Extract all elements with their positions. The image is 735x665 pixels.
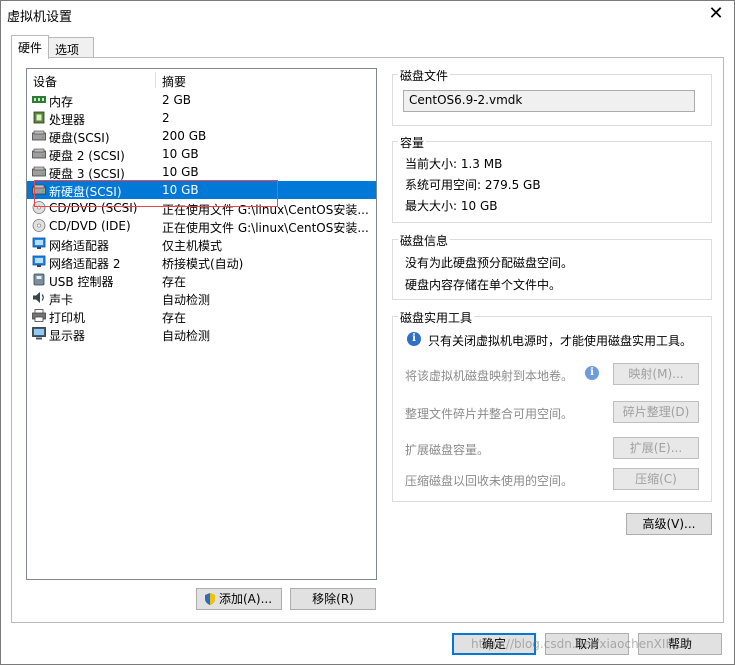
device-summary: 10 GB	[162, 165, 199, 179]
disk-info-line1: 没有为此硬盘预分配磁盘空间。	[405, 256, 574, 270]
disk-info-line2: 硬盘内容存储在单个文件中。	[405, 278, 562, 292]
disk-file-title: 磁盘文件	[398, 67, 451, 84]
info-icon: i	[407, 332, 421, 346]
disk-info-title: 磁盘信息	[398, 232, 451, 249]
device-summary: 自动检测	[162, 329, 211, 343]
defrag-button[interactable]: 碎片整理(D)	[613, 401, 699, 423]
device-name: 显示器	[49, 329, 86, 343]
disk-utilities-title: 磁盘实用工具	[398, 309, 475, 326]
capacity-title: 容量	[398, 134, 427, 151]
device-summary: 10 GB	[162, 147, 199, 161]
tab-options[interactable]: 选项	[48, 37, 94, 58]
device-summary: 仅主机模式	[162, 239, 223, 253]
device-name: 网络适配器	[49, 239, 110, 253]
device-row[interactable]: 网络适配器 仅主机模式	[27, 235, 376, 253]
window-title: 虚拟机设置	[7, 10, 73, 25]
device-summary: 2 GB	[162, 93, 191, 107]
hard-disk-icon	[32, 129, 46, 142]
map-button[interactable]: 映射(M)...	[613, 363, 699, 385]
device-summary: 200 GB	[162, 129, 207, 143]
hard-disk-icon	[32, 147, 46, 160]
cd-dvd-icon	[32, 219, 46, 232]
remove-device-button[interactable]: 移除(R)	[290, 588, 376, 610]
available-space-text: 系统可用空间: 279.5 GB	[405, 178, 541, 192]
column-separator	[155, 72, 156, 88]
device-name: 硬盘 2 (SCSI)	[49, 149, 125, 163]
highlight-annotation-box	[34, 180, 278, 207]
device-name: 打印机	[49, 311, 86, 325]
device-name: 声卡	[49, 293, 74, 307]
network-adapter-icon	[32, 255, 46, 268]
watermark-text: https://blog.csdn.net/xiaochenXIHUA	[471, 637, 692, 651]
sound-card-icon	[32, 291, 46, 304]
memory-icon	[32, 93, 46, 106]
title-bar: 虚拟机设置 ✕	[1, 1, 734, 29]
expand-description: 扩展磁盘容量。	[405, 443, 490, 457]
device-row[interactable]: 硬盘 3 (SCSI) 10 GB	[27, 163, 376, 181]
compact-button[interactable]: 压缩(C)	[613, 468, 699, 490]
processor-icon	[32, 111, 46, 124]
vm-settings-window: 虚拟机设置 ✕ 硬件 选项 设备 摘要 内存 2 GB 处理器 2 硬盘(SCSI) 20…	[0, 0, 735, 665]
max-size-text: 最大大小: 10 GB	[405, 199, 498, 213]
device-summary: 存在	[162, 311, 187, 325]
device-summary: 存在	[162, 275, 187, 289]
device-row[interactable]: 硬盘 2 (SCSI) 10 GB	[27, 145, 376, 163]
disk-file-group: 磁盘文件 CentOS6.9-2.vmdk	[392, 67, 712, 126]
device-list[interactable]: 设备 摘要 内存 2 GB 处理器 2 硬盘(SCSI) 200 GB 硬盘 2 (SCSI…	[26, 68, 377, 580]
disk-file-field[interactable]: CentOS6.9-2.vmdk	[403, 90, 695, 112]
expand-button[interactable]: 扩展(E)...	[613, 437, 699, 459]
map-description: 将该虚拟机磁盘映射到本地卷。	[405, 369, 574, 383]
device-row[interactable]: CD/DVD (IDE) 正在使用文件 G:\linux\CentOS安装...	[27, 217, 376, 235]
device-summary: 自动检测	[162, 293, 211, 307]
device-row[interactable]: 内存 2 GB	[27, 91, 376, 109]
close-icon[interactable]: ✕	[704, 3, 728, 25]
device-row[interactable]: 打印机 存在	[27, 307, 376, 325]
device-row[interactable]: 显示器 自动检测	[27, 325, 376, 343]
device-summary: 2	[162, 111, 170, 125]
current-size-text: 当前大小: 1.3 MB	[405, 157, 503, 171]
device-row[interactable]: 网络适配器 2 桥接模式(自动)	[27, 253, 376, 271]
tab-hardware[interactable]: 硬件	[11, 35, 49, 59]
device-row[interactable]: 处理器 2	[27, 109, 376, 127]
column-header-device[interactable]: 设备	[33, 73, 57, 90]
device-name: 网络适配器 2	[49, 257, 121, 271]
map-info-icon: i	[585, 366, 599, 380]
device-name: 硬盘(SCSI)	[49, 131, 110, 145]
utilities-notice: 只有关闭虚拟机电源时，才能使用磁盘实用工具。	[428, 334, 693, 348]
tab-content: 设备 摘要 内存 2 GB 处理器 2 硬盘(SCSI) 200 GB 硬盘 2 (SCSI…	[11, 57, 724, 623]
compact-description: 压缩磁盘以回收未使用的空间。	[405, 474, 574, 488]
device-row[interactable]: 硬盘(SCSI) 200 GB	[27, 127, 376, 145]
device-name: 处理器	[49, 113, 86, 127]
defrag-description: 整理文件碎片并整合可用空间。	[405, 407, 574, 421]
device-name: USB 控制器	[49, 275, 114, 289]
display-icon	[32, 327, 46, 340]
network-adapter-icon	[32, 237, 46, 250]
capacity-group: 容量 当前大小: 1.3 MB 系统可用空间: 279.5 GB 最大大小: 1…	[392, 134, 712, 223]
device-summary: 桥接模式(自动)	[162, 257, 244, 271]
disk-info-group: 磁盘信息 没有为此硬盘预分配磁盘空间。 硬盘内容存储在单个文件中。	[392, 232, 712, 300]
add-device-label: 添加(A)...	[219, 592, 273, 606]
shield-icon	[205, 593, 215, 605]
printer-icon	[32, 309, 46, 322]
device-row[interactable]: USB 控制器 存在	[27, 271, 376, 289]
hard-disk-icon	[32, 165, 46, 178]
device-name: 内存	[49, 95, 74, 109]
advanced-button[interactable]: 高级(V)...	[626, 513, 712, 535]
add-device-button[interactable]: 添加(A)...	[196, 588, 282, 610]
usb-icon	[32, 273, 46, 286]
device-row[interactable]: 声卡 自动检测	[27, 289, 376, 307]
disk-utilities-group: 磁盘实用工具 i 只有关闭虚拟机电源时，才能使用磁盘实用工具。 将该虚拟机磁盘映…	[392, 309, 712, 502]
device-name: CD/DVD (IDE)	[49, 219, 131, 233]
column-header-summary[interactable]: 摘要	[162, 73, 186, 90]
device-summary: 正在使用文件 G:\linux\CentOS安装...	[162, 221, 369, 235]
